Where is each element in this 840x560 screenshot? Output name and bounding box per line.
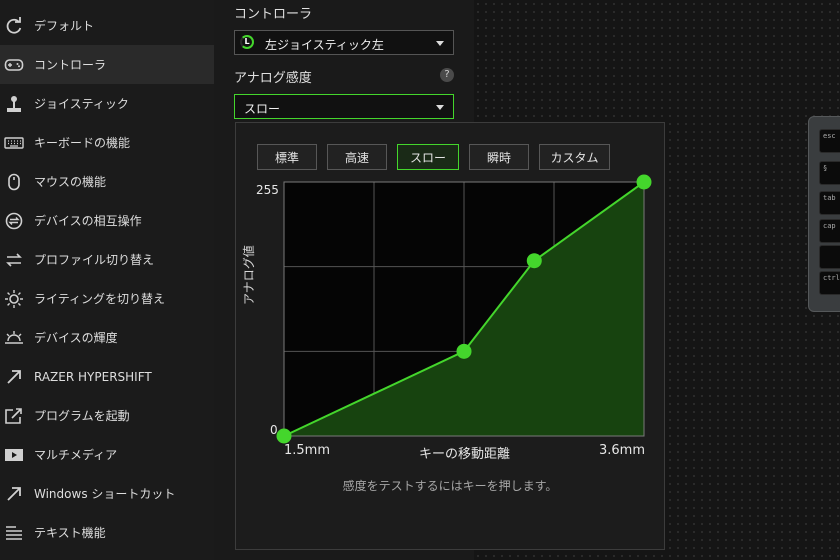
controller-dropdown-value: 左ジョイスティック左 [265,38,384,52]
device-key [819,245,840,269]
lighting-icon [4,289,24,309]
joystick-icon [4,94,24,114]
device-key: cap [819,219,840,243]
sidebar-item-multimedia[interactable]: マルチメディア [0,435,214,474]
sidebar-item-label: ライティングを切り替え [34,292,166,306]
profile-switch-icon [4,250,24,270]
sidebar-item-label: マルチメディア [34,448,118,462]
sidebar-item-launch-program[interactable]: プログラムを起動 [0,396,214,435]
curve-control-point[interactable] [456,343,472,359]
preset-instant-button[interactable]: 瞬時 [469,144,529,170]
sensitivity-curve-chart[interactable] [272,170,662,450]
x-tick-label: 3.6mm [599,443,646,458]
sidebar-item-hypershift[interactable]: RAZER HYPERSHIFT [0,357,214,396]
sidebar-item-label: テキスト機能 [34,526,106,540]
chevron-down-icon [436,41,444,46]
controller-dropdown[interactable]: L 左ジョイスティック左 [234,30,454,55]
device-key: § [819,161,840,185]
sidebar-item-label: コントローラ [34,58,107,72]
sensitivity-dropdown[interactable]: スロー [234,94,454,119]
help-icon[interactable]: ? [440,68,454,82]
preset-slow-button[interactable]: スロー [397,144,459,170]
device-key: esc [819,129,840,153]
sidebar-item-brightness[interactable]: デバイスの輝度 [0,318,214,357]
multimedia-play-icon [4,445,24,465]
sidebar-item-label: プロファイル切り替え [34,253,155,267]
controller-section-label: コントローラ [234,7,313,22]
brightness-icon [4,328,24,348]
sidebar-item-default[interactable]: デフォルト [0,6,214,45]
sidebar-item-controller[interactable]: コントローラ [0,45,214,84]
curve-control-point[interactable] [526,253,542,269]
sensitivity-section-label: アナログ感度 [234,71,312,86]
sidebar-item-joystick[interactable]: ジョイスティック [0,84,214,123]
curve-control-point[interactable] [276,428,292,444]
preset-standard-button[interactable]: 標準 [257,144,317,170]
x-axis-label: キーの移動距離 [419,447,511,462]
sidebar-item-text-function[interactable]: テキスト機能 [0,513,214,552]
sidebar-item-label: デフォルト [34,19,95,33]
x-tick-label: 1.5mm [284,443,331,458]
sidebar-item-mouse[interactable]: マウスの機能 [0,162,214,201]
sidebar-item-label: マウスの機能 [34,175,107,189]
test-hint-text: 感度をテストするにはキーを押します。 [342,479,558,493]
sensitivity-dropdown-value: スロー [244,102,281,116]
sidebar-item-label: RAZER HYPERSHIFT [34,369,152,384]
sidebar-item-label: Windows ショートカット [34,487,176,501]
sidebar-item-keyboard[interactable]: キーボードの機能 [0,123,214,162]
sidebar-item-label: デバイスの輝度 [34,331,118,345]
sidebar-item-label: ジョイスティック [34,97,129,111]
curve-control-point[interactable] [636,174,652,190]
preset-custom-button[interactable]: カスタム [539,144,610,170]
hypershift-arrow-icon [4,367,24,387]
device-interaction-icon [4,211,24,231]
device-key: ctrl [819,271,840,295]
chevron-down-icon [436,105,444,110]
sidebar: デフォルト コントローラ ジョイスティック キーボードの機能 マウスの機能 デバ… [0,0,214,560]
sidebar-item-windows-shortcut[interactable]: Windows ショートカット [0,474,214,513]
preset-fast-button[interactable]: 高速 [327,144,387,170]
keyboard-device-image: esc § tab cap ctrl [808,116,840,312]
device-key: tab [819,191,840,215]
sidebar-item-label: キーボードの機能 [34,136,131,150]
launch-program-icon [4,406,24,426]
sidebar-item-device-interaction[interactable]: デバイスの相互操作 [0,201,214,240]
left-stick-icon: L [240,35,254,49]
keyboard-icon [4,133,24,153]
sidebar-item-label: デバイスの相互操作 [34,214,142,228]
sidebar-item-lighting[interactable]: ライティングを切り替え [0,279,214,318]
shortcut-arrow-icon [4,484,24,504]
y-axis-label: アナログ値 [242,245,256,305]
sidebar-item-profile-switch[interactable]: プロファイル切り替え [0,240,214,279]
gamepad-icon [4,55,24,75]
refresh-icon [4,16,24,36]
text-function-icon [4,523,24,543]
sidebar-item-label: プログラムを起動 [34,409,130,423]
mouse-icon [4,172,24,192]
